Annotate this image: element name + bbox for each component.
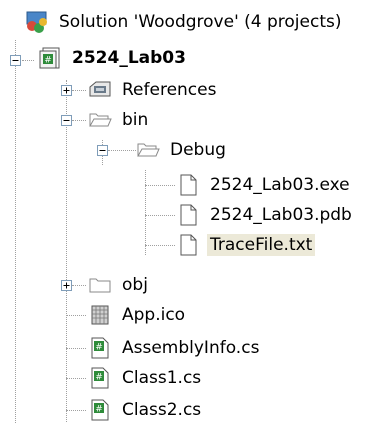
tree-node-file-selected[interactable]: TraceFile.txt: [176, 230, 316, 260]
tree-node-label: obj: [122, 275, 148, 295]
svg-text:#: #: [95, 343, 103, 353]
tree-node-label: 2524_Lab03: [72, 48, 186, 68]
tree-node-file[interactable]: 2524_Lab03.exe: [176, 170, 353, 200]
tree-line: [145, 245, 175, 246]
minus-icon: [99, 150, 106, 151]
csharp-file-icon: #: [88, 398, 112, 422]
expand-toggle[interactable]: [61, 85, 72, 96]
tree-line: [22, 60, 34, 61]
folder-open-icon: [88, 108, 112, 132]
tree-node-label: 2524_Lab03.pdb: [210, 205, 352, 225]
tree-line: [15, 40, 16, 423]
tree-node-debug[interactable]: Debug: [136, 135, 229, 165]
tree-node-label: References: [122, 80, 217, 100]
tree-line: [72, 285, 86, 286]
tree-node-file[interactable]: 2524_Lab03.pdb: [176, 200, 355, 230]
csharp-file-icon: #: [88, 336, 112, 360]
svg-text:#: #: [44, 56, 52, 66]
icon-file-icon: [88, 303, 112, 327]
tree-node-project[interactable]: # 2524_Lab03: [38, 43, 189, 73]
tree-node-cs-file[interactable]: # Class2.cs: [88, 395, 204, 425]
tree-node-cs-file[interactable]: # AssemblyInfo.cs: [88, 333, 262, 363]
folder-closed-icon: [88, 273, 112, 297]
tree-line: [66, 378, 86, 379]
expand-toggle[interactable]: [61, 280, 72, 291]
tree-node-label: Debug: [170, 140, 226, 160]
tree-node-label: App.ico: [122, 305, 186, 325]
plus-icon: [63, 87, 70, 94]
tree-node-label: TraceFile.txt: [207, 234, 316, 256]
collapse-toggle[interactable]: [61, 115, 72, 126]
csharp-project-icon: #: [38, 46, 62, 70]
plus-icon: [63, 282, 70, 289]
folder-open-icon: [136, 138, 160, 162]
collapse-toggle[interactable]: [97, 145, 108, 156]
tree-line: [108, 150, 136, 151]
tree-node-label: bin: [122, 110, 149, 130]
file-icon: [176, 233, 200, 257]
file-icon: [176, 203, 200, 227]
tree-line: [72, 120, 86, 121]
minus-icon: [12, 60, 19, 61]
minus-icon: [63, 120, 70, 121]
tree-node-label: Class2.cs: [122, 400, 202, 420]
tree-node-references[interactable]: References: [88, 75, 219, 105]
tree-line: [66, 410, 86, 411]
tree-node-bin[interactable]: bin: [88, 105, 151, 135]
tree-line: [72, 90, 86, 91]
tree-node-cs-file[interactable]: # Class1.cs: [88, 363, 204, 393]
tree-line: [145, 185, 175, 186]
svg-text:#: #: [95, 405, 103, 415]
tree-line: [145, 170, 146, 255]
references-icon: [88, 78, 112, 102]
tree-node-label: Solution 'Woodgrove' (4 projects): [59, 12, 342, 32]
tree-node-label: Class1.cs: [122, 368, 202, 388]
tree-line: [66, 315, 86, 316]
tree-node-label: 2524_Lab03.exe: [210, 175, 350, 195]
tree-line: [66, 348, 86, 349]
tree-node-label: AssemblyInfo.cs: [122, 338, 260, 358]
tree-node-app-ico[interactable]: App.ico: [88, 300, 188, 330]
tree-line: [145, 215, 175, 216]
svg-text:#: #: [95, 373, 103, 383]
solution-icon: [25, 10, 49, 34]
csharp-file-icon: #: [88, 366, 112, 390]
tree-node-obj[interactable]: obj: [88, 270, 151, 300]
solution-explorer-tree: Solution 'Woodgrove' (4 projects) # 2524…: [0, 0, 388, 423]
file-icon: [176, 173, 200, 197]
collapse-toggle[interactable]: [10, 55, 21, 66]
tree-line: [66, 80, 67, 422]
tree-node-solution[interactable]: Solution 'Woodgrove' (4 projects): [25, 7, 344, 37]
